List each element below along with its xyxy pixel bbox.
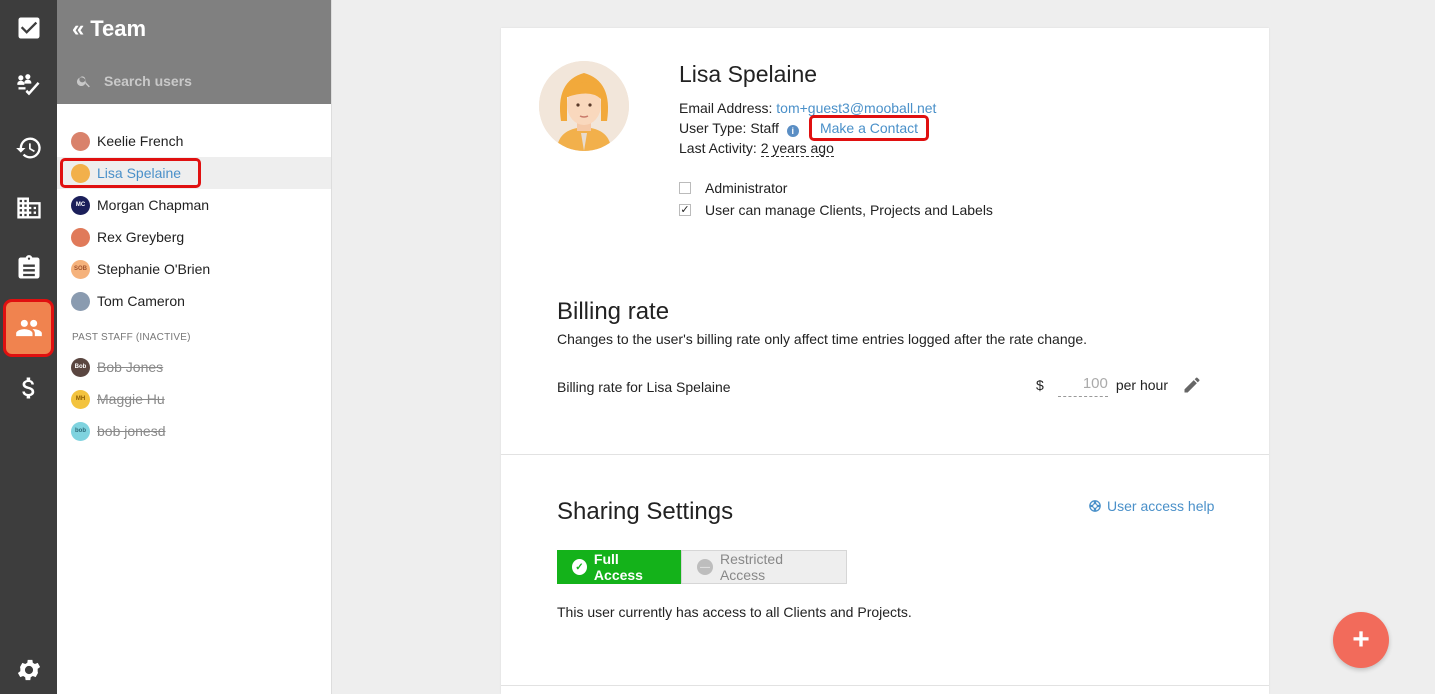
- search-input[interactable]: [104, 73, 304, 89]
- last-activity-line: Last Activity: 2 years ago: [679, 140, 834, 157]
- tasks-icon[interactable]: [0, 0, 57, 56]
- user-type-value: Staff: [750, 120, 779, 136]
- avatar: [71, 131, 90, 151]
- profile-name: Lisa Spelaine: [679, 61, 818, 87]
- sharing-title: Sharing Settings: [557, 498, 734, 525]
- nav-rail: [0, 0, 57, 694]
- section-divider: [501, 454, 1269, 455]
- user-item-tom-cameron[interactable]: Tom Cameron: [57, 285, 331, 317]
- billing-icon[interactable]: [0, 360, 57, 416]
- billing-title: Billing rate: [557, 298, 670, 325]
- user-item-rex-greyberg[interactable]: Rex Greyberg: [57, 221, 331, 253]
- user-name: Maggie Hu: [97, 391, 165, 407]
- billing-rate-label: Billing rate for Lisa Spelaine: [557, 379, 731, 395]
- profile-avatar: [539, 61, 629, 151]
- manage-checkbox[interactable]: ✓: [679, 204, 691, 216]
- minus-circle-icon: —: [697, 559, 713, 575]
- user-access-help-link[interactable]: User access help: [1088, 498, 1214, 514]
- avatar: [71, 227, 90, 247]
- billing-rate-input[interactable]: 100: [1057, 373, 1108, 397]
- billing-description: Changes to the user's billing rate only …: [557, 331, 1088, 347]
- user-type-label: User Type:: [679, 120, 747, 136]
- restricted-access-label: Restricted Access: [719, 551, 783, 583]
- user-item-keelie-french[interactable]: Keelie French: [57, 125, 331, 157]
- reports-icon[interactable]: [0, 240, 57, 296]
- user-item-morgan-chapman[interactable]: MC Morgan Chapman: [57, 189, 331, 221]
- user-name: bob jonesd: [97, 423, 166, 439]
- full-access-label: Full Access: [593, 551, 643, 583]
- access-toggle: ✓ Full Access — Restricted Access: [557, 550, 847, 584]
- past-staff-label: PAST STAFF (INACTIVE): [72, 331, 191, 343]
- user-access-help-text: User access help: [1107, 498, 1215, 514]
- rate-unit: per hour: [1115, 377, 1168, 393]
- avatar: MC: [71, 195, 90, 215]
- user-item-lisa-spelaine[interactable]: Lisa Spelaine: [57, 157, 331, 189]
- user-name: Stephanie O'Brien: [97, 261, 211, 277]
- team-title-text: Team: [90, 16, 147, 41]
- user-name: Bob Jones: [97, 359, 164, 375]
- email-label: Email Address:: [679, 100, 773, 116]
- user-name: Tom Cameron: [97, 293, 185, 309]
- email-link[interactable]: tom+guest3@mooball.net: [776, 100, 936, 116]
- activity-icon[interactable]: [0, 58, 57, 114]
- manage-label: User can manage Clients, Projects and La…: [705, 202, 993, 218]
- user-type-line: User Type: Staff i: [679, 120, 799, 137]
- billing-rate-control: $ 100 per hour: [1036, 373, 1202, 397]
- add-button[interactable]: +: [1333, 612, 1389, 668]
- user-item-maggie-hu[interactable]: MH Maggie Hu: [57, 383, 331, 415]
- user-name: Rex Greyberg: [97, 229, 185, 245]
- user-item-bob-jones[interactable]: Bob Bob Jones: [57, 351, 331, 383]
- email-line: Email Address: tom+guest3@mooball.net: [679, 100, 936, 116]
- user-item-bob-jonesd[interactable]: bob bob jonesd: [57, 415, 331, 447]
- avatar: [71, 291, 90, 311]
- user-list: Keelie French Lisa Spelaine MC Morgan Ch…: [57, 125, 331, 447]
- user-detail-card: Lisa Spelaine Email Address: tom+guest3@…: [501, 28, 1269, 694]
- clients-icon[interactable]: [0, 180, 57, 236]
- currency-symbol: $: [1036, 377, 1044, 393]
- avatar: MH: [71, 389, 90, 409]
- user-name: Lisa Spelaine: [97, 165, 182, 181]
- section-divider: [501, 685, 1269, 686]
- administrator-label: Administrator: [705, 180, 788, 196]
- make-contact-link[interactable]: Make a Contact: [809, 115, 929, 141]
- pencil-icon[interactable]: [1182, 375, 1202, 395]
- user-name: Morgan Chapman: [97, 197, 210, 213]
- last-activity-value: 2 years ago: [760, 140, 834, 157]
- check-circle-icon: ✓: [572, 559, 587, 575]
- team-icon[interactable]: [3, 298, 54, 358]
- user-item-stephanie-obrien[interactable]: SOB Stephanie O'Brien: [57, 253, 331, 285]
- administrator-checkbox-row[interactable]: Administrator: [679, 180, 787, 196]
- back-link[interactable]: «: [72, 16, 84, 42]
- search-icon: [76, 76, 90, 88]
- user-name: Keelie French: [97, 133, 184, 149]
- team-title[interactable]: « Team: [72, 14, 316, 44]
- full-access-button[interactable]: ✓ Full Access: [557, 550, 681, 584]
- billing-rate-row: Billing rate for Lisa Spelaine $ 100 per…: [557, 375, 1202, 397]
- sharing-status: This user currently has access to all Cl…: [557, 604, 912, 620]
- settings-icon[interactable]: [0, 642, 57, 694]
- team-panel: « Team Keelie French Lisa Spelaine MC Mo…: [57, 0, 332, 694]
- avatar: Bob: [71, 357, 90, 377]
- search-bar: [72, 69, 316, 93]
- history-icon[interactable]: [0, 120, 57, 176]
- administrator-checkbox[interactable]: [679, 182, 691, 194]
- avatar: bob: [71, 421, 90, 441]
- manage-checkbox-row[interactable]: ✓ User can manage Clients, Projects and …: [679, 202, 993, 218]
- restricted-access-button[interactable]: — Restricted Access: [681, 550, 847, 584]
- avatar: [71, 163, 90, 183]
- last-activity-label: Last Activity:: [679, 140, 757, 156]
- team-header: « Team: [57, 0, 331, 104]
- avatar: SOB: [71, 259, 90, 279]
- info-icon[interactable]: i: [786, 125, 799, 137]
- lifebuoy-icon: [1089, 500, 1101, 512]
